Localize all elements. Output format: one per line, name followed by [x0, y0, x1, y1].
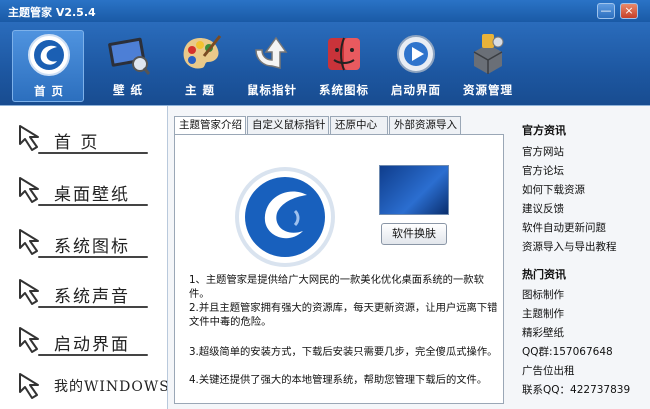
- tab-restore[interactable]: 还原中心: [330, 116, 388, 134]
- tab-import[interactable]: 外部资源导入: [389, 116, 461, 134]
- window-title: 主题管家 V2.5.4: [8, 6, 96, 19]
- nav-underline: [38, 204, 148, 206]
- right-sidebar: 官方资讯 官方网站 官方论坛 如何下载资源 建议反馈 软件自动更新问题 资源导入…: [512, 106, 650, 409]
- hand-arrow-icon: [19, 125, 39, 151]
- intro-paragraph-4: 4.关键还提供了强大的本地管理系统，帮助您管理下载后的文件。: [189, 374, 488, 386]
- hand-arrow-icon: [19, 177, 39, 203]
- nav-item-wallpaper[interactable]: 桌面壁纸: [8, 170, 167, 214]
- link-how-to-download[interactable]: 如何下载资源: [522, 182, 585, 197]
- cursor-arrow-icon: [255, 36, 288, 69]
- tab-intro[interactable]: 主题管家介绍: [174, 116, 246, 135]
- toolbar-boot-label: 启动界面: [391, 83, 441, 97]
- nav-item-home[interactable]: 首 页: [8, 118, 167, 162]
- resource-box-icon: [473, 34, 504, 74]
- home-swirl-icon: [28, 34, 70, 76]
- skin-preview-image: [379, 165, 449, 215]
- link-wallpapers[interactable]: 精彩壁纸: [522, 325, 564, 340]
- hand-arrow-icon: [19, 373, 39, 399]
- content-area: 主题管家介绍 自定义鼠标指针 还原中心 外部资源导入 软件换肤 1、主题管家是提…: [174, 116, 504, 406]
- title-bar: 主题管家 V2.5.4 — ×: [0, 0, 650, 22]
- nav-underline: [38, 152, 148, 154]
- official-news-heading: 官方资讯: [522, 124, 566, 137]
- toolbar-home-label: 首 页: [33, 84, 64, 98]
- toolbar-home-button[interactable]: 首 页: [12, 30, 84, 102]
- toolbar-wallpaper-label: 壁 纸: [112, 83, 143, 97]
- tab-bar: 主题管家介绍 自定义鼠标指针 还原中心 外部资源导入: [174, 116, 504, 135]
- hand-arrow-icon: [19, 327, 39, 353]
- link-official-site[interactable]: 官方网站: [522, 144, 564, 159]
- link-import-export-guide[interactable]: 资源导入与导出教程: [522, 239, 617, 254]
- close-icon: ×: [624, 4, 634, 17]
- nav-item-sound[interactable]: 系统声音: [8, 272, 167, 316]
- nav-item-sysicon[interactable]: 系统图标: [8, 222, 167, 266]
- hot-news-heading: 热门资讯: [522, 268, 566, 281]
- change-skin-button[interactable]: 软件换肤: [381, 223, 447, 245]
- main-toolbar: 首 页 壁 纸 主 题 鼠标指针 系统图标 启动界面 资源管理: [0, 22, 650, 105]
- intro-paragraph-2: 2.并且主题管家拥有强大的资源库，每天更新资源，让用户远离下错文件中毒的危险。: [189, 302, 498, 328]
- close-button[interactable]: ×: [620, 3, 638, 19]
- toolbar-wallpaper-button[interactable]: 壁 纸: [92, 30, 164, 102]
- intro-panel: 软件换肤 1、主题管家是提供给广大网民的一款美化优化桌面系统的一款软件。 2.并…: [174, 134, 504, 404]
- hand-arrow-icon: [19, 279, 39, 305]
- link-qq-group[interactable]: QQ群:157067648: [522, 344, 613, 359]
- nav-item-label: 系统图标: [54, 237, 130, 257]
- toolbar-resource-button[interactable]: 资源管理: [452, 30, 524, 102]
- minimize-icon: —: [600, 4, 612, 17]
- nav-item-label: 我的WINDOWS: [54, 379, 168, 395]
- intro-paragraph-1: 1、主题管家是提供给广大网民的一款美化优化桌面系统的一款软件。: [189, 274, 484, 300]
- toolbar-theme-button[interactable]: 主 题: [164, 30, 236, 102]
- link-feedback[interactable]: 建议反馈: [522, 201, 564, 216]
- link-ad-space[interactable]: 广告位出租: [522, 363, 575, 378]
- link-theme-making[interactable]: 主题制作: [522, 306, 564, 321]
- main-frame: 首 页 桌面壁纸 系统图标 系统声音 启动界面 我的WINDOWS 主题管家介绍…: [0, 105, 650, 409]
- toolbar-theme-label: 主 题: [184, 83, 215, 97]
- minimize-button[interactable]: —: [597, 3, 615, 19]
- nav-item-boot[interactable]: 启动界面: [8, 320, 167, 364]
- nav-item-label: 首 页: [54, 133, 100, 153]
- media-play-icon: [397, 35, 435, 73]
- toolbar-cursor-label: 鼠标指针: [247, 83, 297, 97]
- intro-paragraph-3: 3.超级简单的安装方式，下载后安装只需要几步，完全傻瓜式操作。: [189, 346, 498, 358]
- toolbar-resource-label: 资源管理: [463, 83, 513, 97]
- nav-item-label: 桌面壁纸: [54, 185, 130, 205]
- nav-item-label: 启动界面: [54, 335, 130, 355]
- toolbar-sysicon-label: 系统图标: [319, 83, 369, 97]
- nav-underline: [38, 306, 148, 308]
- finder-face-icon: [328, 37, 360, 71]
- toolbar-sysicon-button[interactable]: 系统图标: [308, 30, 380, 102]
- toolbar-boot-button[interactable]: 启动界面: [380, 30, 452, 102]
- palette-icon: [183, 35, 222, 69]
- nav-item-mywindows[interactable]: 我的WINDOWS: [8, 366, 168, 409]
- link-official-forum[interactable]: 官方论坛: [522, 163, 564, 178]
- toolbar-cursor-button[interactable]: 鼠标指针: [236, 30, 308, 102]
- hand-arrow-icon: [19, 229, 39, 255]
- nav-underline: [38, 354, 148, 356]
- app-logo-icon: [235, 167, 335, 267]
- nav-item-label: 系统声音: [54, 287, 130, 307]
- nav-underline: [38, 256, 148, 258]
- left-nav: 首 页 桌面壁纸 系统图标 系统声音 启动界面 我的WINDOWS: [0, 106, 168, 409]
- link-contact-qq[interactable]: 联系QQ：422737839: [522, 382, 630, 397]
- link-icon-making[interactable]: 图标制作: [522, 287, 564, 302]
- tab-custom-cursor[interactable]: 自定义鼠标指针: [247, 116, 329, 134]
- wallpaper-monitor-icon: [108, 37, 150, 75]
- link-auto-update[interactable]: 软件自动更新问题: [522, 220, 606, 235]
